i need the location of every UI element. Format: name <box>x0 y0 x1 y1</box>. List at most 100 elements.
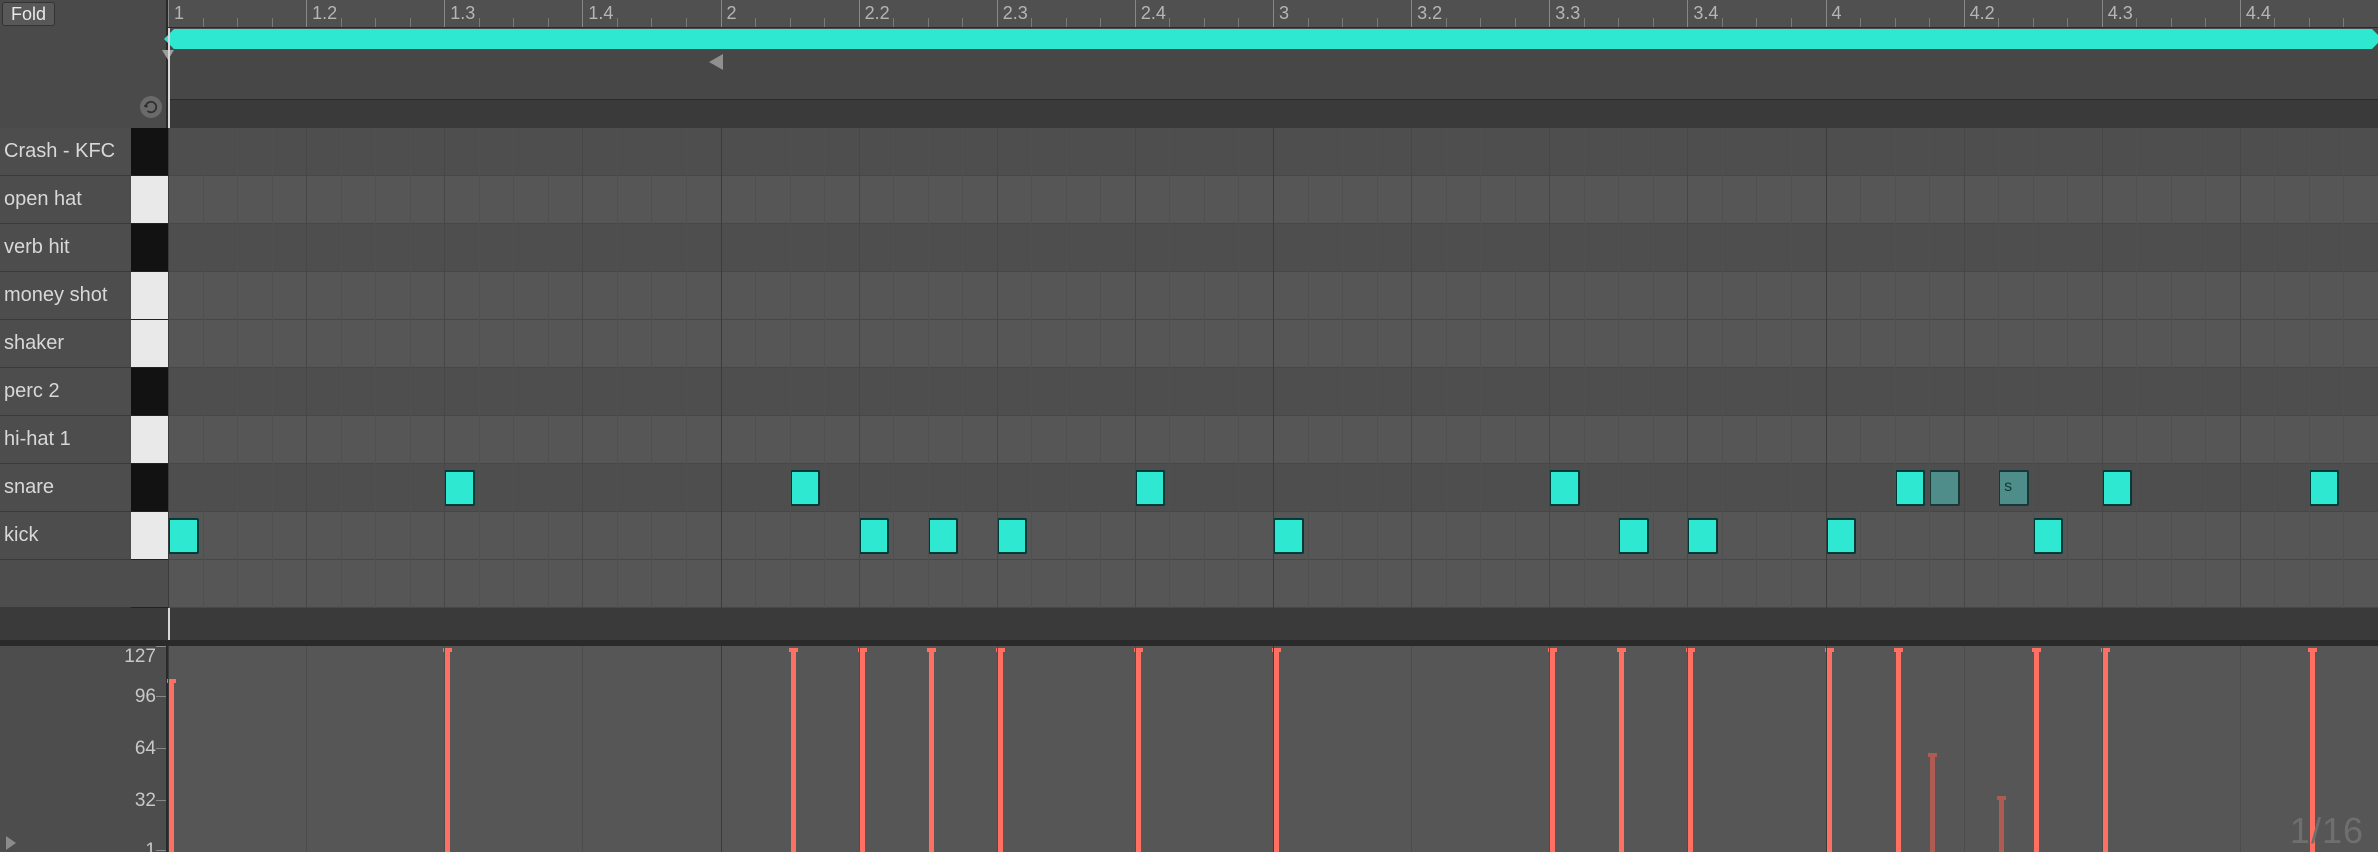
track-name[interactable]: snare <box>0 464 131 512</box>
midi-note[interactable] <box>790 470 821 506</box>
note-row[interactable]: kick <box>0 512 2378 560</box>
midi-note[interactable] <box>1826 518 1857 554</box>
clip-end-marker[interactable] <box>709 54 723 70</box>
velocity-bar[interactable] <box>1688 652 1693 852</box>
velocity-bar[interactable] <box>169 683 174 852</box>
piano-key[interactable] <box>131 128 168 176</box>
note-lane[interactable]: s <box>168 464 2378 512</box>
velocity-grid[interactable] <box>168 646 2378 852</box>
velocity-bar[interactable] <box>2034 652 2039 852</box>
piano-key[interactable] <box>131 416 168 464</box>
note-lane[interactable] <box>168 128 2378 176</box>
midi-note[interactable] <box>2309 470 2340 506</box>
midi-note[interactable] <box>859 518 890 554</box>
ruler-label: 3.3 <box>1555 3 1580 24</box>
note-row[interactable]: verb hit <box>0 224 2378 272</box>
piano-key[interactable] <box>131 320 168 368</box>
loop-brace-row[interactable] <box>168 28 2378 50</box>
velocity-lane[interactable]: 1279664321 1/16 <box>0 646 2378 852</box>
piano-key[interactable] <box>131 272 168 320</box>
ruler-label: 4.2 <box>1970 3 1995 24</box>
midi-note[interactable] <box>1929 470 1960 506</box>
ruler-label: 2.2 <box>865 3 890 24</box>
note-lane[interactable] <box>168 176 2378 224</box>
ruler-label: 1.4 <box>588 3 613 24</box>
ruler-label: 1.3 <box>450 3 475 24</box>
midi-note[interactable] <box>444 470 475 506</box>
midi-note[interactable] <box>1549 470 1580 506</box>
note-grid[interactable]: Crash - KFCopen hatverb hitmoney shotsha… <box>0 128 2378 608</box>
midi-note[interactable] <box>928 518 959 554</box>
loop-region[interactable] <box>174 29 2372 49</box>
track-name[interactable]: money shot <box>0 272 131 320</box>
note-row[interactable]: open hat <box>0 176 2378 224</box>
note-row[interactable]: snare s <box>0 464 2378 512</box>
empty-cell <box>0 560 131 608</box>
note-lane[interactable] <box>168 320 2378 368</box>
velocity-bar[interactable] <box>1827 652 1832 852</box>
velocity-bar[interactable] <box>1550 652 1555 852</box>
track-name[interactable]: kick <box>0 512 131 560</box>
track-name[interactable]: shaker <box>0 320 131 368</box>
midi-note[interactable] <box>1273 518 1304 554</box>
velocity-bar[interactable] <box>860 652 865 852</box>
midi-note[interactable] <box>997 518 1028 554</box>
midi-note[interactable] <box>1135 470 1166 506</box>
velocity-bar[interactable] <box>1619 652 1624 852</box>
expand-lane-icon[interactable] <box>6 836 16 850</box>
note-row[interactable]: perc 2 <box>0 368 2378 416</box>
velocity-bar[interactable] <box>1999 800 2004 852</box>
midi-note[interactable] <box>1618 518 1649 554</box>
ruler-label: 3.2 <box>1417 3 1442 24</box>
midi-note[interactable] <box>1895 470 1926 506</box>
ruler-label: 4.4 <box>2246 3 2271 24</box>
note-lane[interactable] <box>168 224 2378 272</box>
velocity-bar[interactable] <box>1274 652 1279 852</box>
locator-row[interactable] <box>168 50 2378 100</box>
note-lane[interactable] <box>168 272 2378 320</box>
track-name[interactable]: open hat <box>0 176 131 224</box>
track-name[interactable]: perc 2 <box>0 368 131 416</box>
midi-note[interactable] <box>168 518 199 554</box>
fold-button[interactable]: Fold <box>2 2 55 26</box>
midi-note[interactable] <box>2033 518 2064 554</box>
track-name[interactable]: verb hit <box>0 224 131 272</box>
note-row[interactable]: Crash - KFC <box>0 128 2378 176</box>
track-name[interactable]: hi-hat 1 <box>0 416 131 464</box>
ruler-label: 1 <box>174 3 184 24</box>
loop-toggle-icon[interactable] <box>140 96 162 118</box>
velocity-tick-label: 1 <box>145 840 156 852</box>
velocity-bar[interactable] <box>791 652 796 852</box>
note-lane[interactable] <box>168 368 2378 416</box>
midi-note[interactable]: s <box>1998 470 2029 506</box>
velocity-bar[interactable] <box>1930 757 1935 852</box>
track-name[interactable]: Crash - KFC <box>0 128 131 176</box>
velocity-bar[interactable] <box>445 652 450 852</box>
velocity-bar[interactable] <box>998 652 1003 852</box>
note-lane[interactable] <box>168 416 2378 464</box>
piano-key[interactable] <box>131 224 168 272</box>
note-lane[interactable] <box>168 512 2378 560</box>
grid-resolution[interactable]: 1/16 <box>2290 810 2364 852</box>
velocity-bar[interactable] <box>1896 652 1901 852</box>
velocity-tick-label: 127 <box>124 646 156 668</box>
velocity-tick-label: 32 <box>135 790 156 812</box>
ruler-label: 3 <box>1279 3 1289 24</box>
ruler-label: 2 <box>727 3 737 24</box>
velocity-bar[interactable] <box>2103 652 2108 852</box>
midi-note[interactable] <box>2102 470 2133 506</box>
piano-key[interactable] <box>131 512 168 560</box>
time-ruler[interactable]: 11.21.31.422.22.32.433.23.33.444.24.34.4 <box>168 0 2378 28</box>
header-left: Fold <box>0 0 168 128</box>
note-row[interactable]: shaker <box>0 320 2378 368</box>
empty-lane <box>168 560 2378 608</box>
piano-key[interactable] <box>131 176 168 224</box>
piano-key[interactable] <box>131 368 168 416</box>
ruler-label: 3.4 <box>1693 3 1718 24</box>
note-row[interactable]: hi-hat 1 <box>0 416 2378 464</box>
note-row[interactable]: money shot <box>0 272 2378 320</box>
velocity-bar[interactable] <box>929 652 934 852</box>
midi-note[interactable] <box>1687 518 1718 554</box>
piano-key[interactable] <box>131 464 168 512</box>
velocity-bar[interactable] <box>1136 652 1141 852</box>
